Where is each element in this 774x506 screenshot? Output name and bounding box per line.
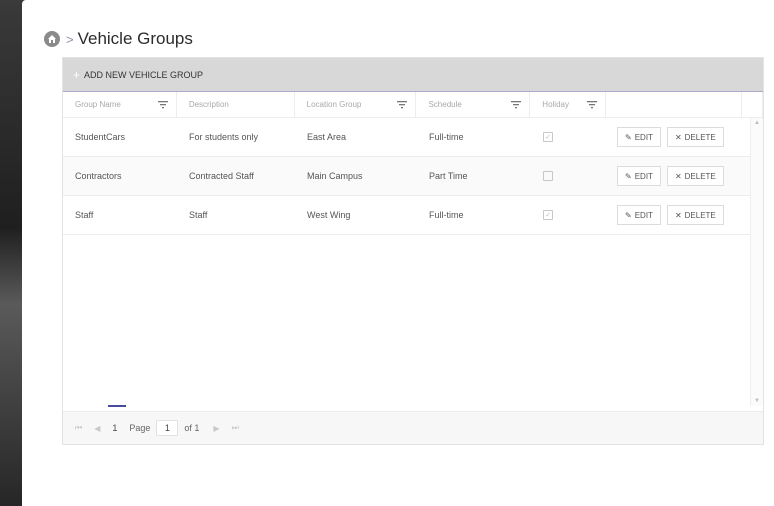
edit-button[interactable]: ✎ EDIT [617, 166, 661, 186]
edit-label: EDIT [634, 171, 653, 181]
column-header-group-name[interactable]: Group Name [63, 92, 177, 117]
cell-actions: ✎ EDIT ✕ DELETE [607, 205, 753, 225]
grid-body: StudentCars For students only East Area … [63, 118, 763, 406]
cell-location-group: Main Campus [307, 171, 363, 181]
column-label-location-group: Location Group [306, 100, 362, 109]
next-page-icon[interactable]: ▶ [213, 424, 219, 433]
column-header-holiday[interactable]: Holiday [530, 92, 607, 117]
cell-description: For students only [189, 132, 259, 142]
breadcrumb-separator: > [66, 31, 74, 47]
cell-description: Staff [189, 210, 208, 220]
page-input[interactable] [156, 420, 179, 436]
column-header-location-group[interactable]: Location Group [295, 92, 417, 117]
cell-schedule: Part Time [429, 171, 468, 181]
cell-actions: ✎ EDIT ✕ DELETE [607, 127, 753, 147]
page-of-label: of 1 [184, 423, 200, 433]
edit-button[interactable]: ✎ EDIT [617, 205, 661, 225]
cell-holiday: ✓ [531, 132, 607, 142]
column-label-schedule: Schedule [428, 100, 462, 109]
breadcrumb: > Vehicle Groups [44, 28, 193, 50]
vertical-scrollbar[interactable]: ▲ ▼ [750, 118, 763, 406]
add-vehicle-group-label: ADD NEW VEHICLE GROUP [84, 69, 204, 80]
cell-group-name: StudentCars [75, 132, 126, 142]
column-header-actions [606, 92, 742, 117]
cell-description: Contracted Staff [189, 171, 254, 181]
delete-label: DELETE [684, 171, 716, 181]
vehicle-groups-grid: + ADD NEW VEHICLE GROUP Group Name Descr… [62, 57, 764, 445]
add-vehicle-group-button[interactable]: + ADD NEW VEHICLE GROUP [73, 68, 203, 82]
cell-location-group: East Area [307, 132, 347, 142]
cell-schedule: Full-time [429, 132, 464, 142]
column-header-scroll [742, 92, 763, 117]
delete-button[interactable]: ✕ DELETE [666, 127, 724, 147]
page-label: Page [129, 423, 151, 433]
grid-header: Group Name Description Location Group Sc… [63, 92, 763, 118]
column-label-holiday: Holiday [542, 100, 569, 109]
edit-label: EDIT [634, 210, 653, 220]
home-icon[interactable] [44, 31, 60, 47]
filter-icon[interactable] [511, 100, 522, 109]
delete-button[interactable]: ✕ DELETE [666, 166, 724, 186]
edit-label: EDIT [634, 132, 653, 142]
cell-location-group: West Wing [307, 210, 351, 220]
filter-icon[interactable] [587, 100, 598, 109]
first-page-icon[interactable]: ⏮ [75, 423, 82, 433]
x-icon: ✕ [674, 171, 682, 181]
previous-page-icon[interactable]: ◀ [94, 424, 100, 433]
checkbox-icon: ✓ [543, 132, 553, 142]
cell-schedule: Full-time [429, 210, 464, 220]
delete-label: DELETE [684, 210, 716, 220]
checkbox-icon: ✓ [543, 210, 553, 220]
column-label-group-name: Group Name [75, 100, 121, 109]
x-icon: ✕ [674, 132, 682, 142]
page-title: Vehicle Groups [77, 29, 193, 48]
last-page-icon[interactable]: ⏭ [232, 423, 239, 433]
pencil-icon: ✎ [625, 210, 632, 220]
table-row[interactable]: Contractors Contracted Staff Main Campus… [63, 157, 763, 196]
edit-button[interactable]: ✎ EDIT [617, 127, 661, 147]
scroll-down-icon[interactable]: ▼ [754, 398, 760, 404]
grid-toolbar: + ADD NEW VEHICLE GROUP [63, 58, 763, 92]
cell-group-name: Staff [75, 210, 94, 220]
main-panel: > Vehicle Groups + ADD NEW VEHICLE GROUP… [22, 0, 774, 506]
cell-actions: ✎ EDIT ✕ DELETE [607, 166, 753, 186]
pencil-icon: ✎ [625, 171, 632, 181]
filter-icon[interactable] [157, 100, 168, 109]
cell-holiday: ✓ [531, 210, 607, 220]
column-header-description[interactable]: Description [177, 92, 295, 117]
scroll-up-icon[interactable]: ▲ [754, 120, 760, 126]
delete-button[interactable]: ✕ DELETE [666, 205, 724, 225]
checkbox-icon [543, 171, 553, 181]
table-row[interactable]: StudentCars For students only East Area … [63, 118, 763, 157]
pager: ⏮ ◀ 1 Page of 1 ▶ ⏭ [63, 405, 763, 444]
cell-group-name: Contractors [75, 171, 122, 181]
x-icon: ✕ [674, 210, 682, 220]
filter-icon[interactable] [397, 100, 408, 109]
table-row[interactable]: Staff Staff West Wing Full-time ✓ ✎ EDIT … [63, 196, 763, 235]
pencil-icon: ✎ [625, 132, 632, 142]
delete-label: DELETE [684, 132, 716, 142]
column-header-schedule[interactable]: Schedule [416, 92, 531, 117]
current-page-number[interactable]: 1 [108, 405, 127, 433]
plus-icon: + [73, 67, 81, 82]
cell-holiday [531, 171, 607, 181]
column-label-description: Description [188, 100, 229, 109]
